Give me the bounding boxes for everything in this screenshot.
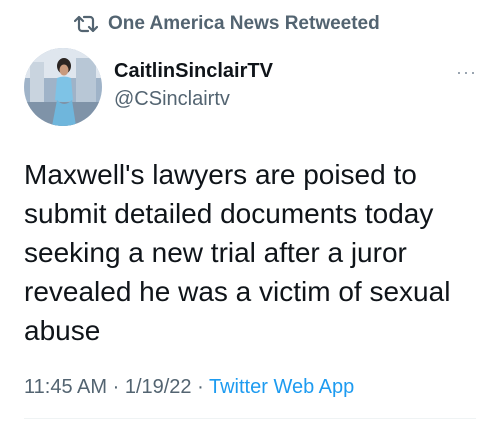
tweet-time[interactable]: 11:45 AM (24, 376, 107, 398)
tweet-date[interactable]: 1/19/22 (125, 376, 192, 398)
retweet-context: One America News Retweeted (74, 13, 380, 35)
meta-separator: · (197, 376, 204, 398)
meta-separator: · (112, 376, 120, 398)
retweet-icon (74, 15, 98, 33)
tweet-text: Maxwell's lawyers are poised to submit d… (24, 159, 451, 346)
author-name[interactable]: CaitlinSinclairTV (114, 60, 273, 83)
tweet-source-link[interactable]: Twitter Web App (209, 376, 354, 398)
more-icon[interactable]: ··· (456, 62, 477, 83)
avatar[interactable] (24, 48, 102, 126)
retweet-label[interactable]: One America News Retweeted (108, 13, 380, 35)
divider (24, 418, 476, 419)
author-handle[interactable]: @CSinclairtv (114, 88, 230, 111)
avatar-photo (24, 48, 102, 126)
tweet-meta: 11:45 AM · 1/19/22 · Twitter Web App (24, 376, 354, 399)
